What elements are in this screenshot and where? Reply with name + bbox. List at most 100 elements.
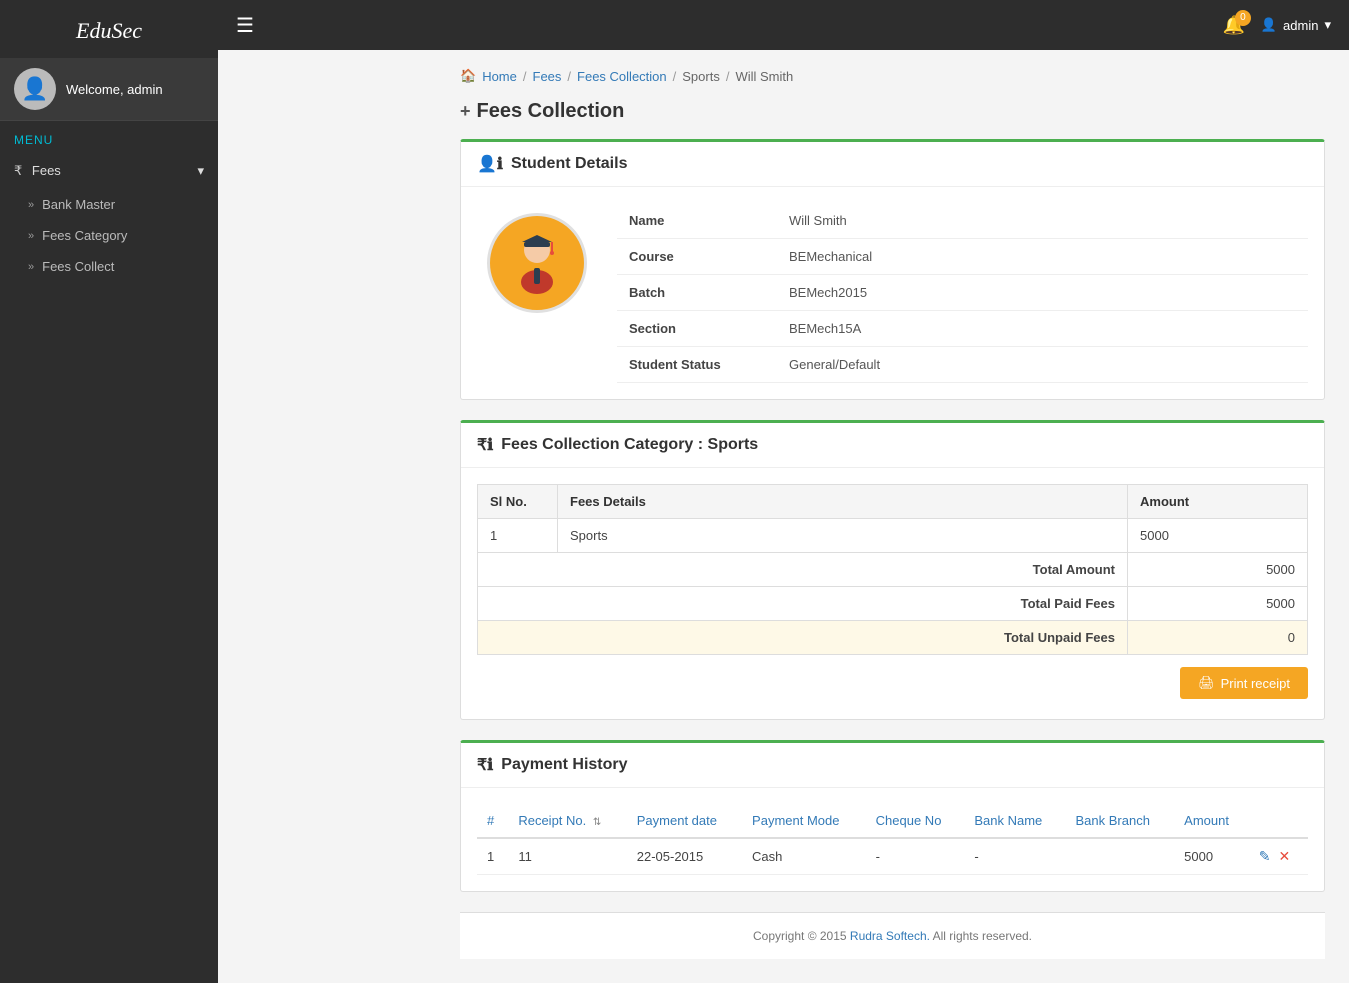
breadcrumb-fees-collection[interactable]: Fees Collection — [577, 69, 667, 84]
breadcrumb-sep: / — [567, 69, 571, 84]
payment-history-title: Payment History — [501, 756, 627, 774]
sidebar-item-label: Fees Collect — [42, 259, 114, 274]
breadcrumb-home[interactable]: Home — [482, 69, 517, 84]
student-field-value: Will Smith — [777, 203, 1308, 239]
payment-table-header: Amount — [1174, 804, 1249, 838]
total-paid-value: 5000 — [1128, 587, 1308, 621]
sidebar-fees-label: Fees — [32, 163, 61, 178]
rupee-info-icon: ₹ℹ — [477, 435, 493, 455]
printer-icon: 🖨 — [1198, 675, 1215, 691]
footer-company-link[interactable]: Rudra Softech. — [850, 929, 930, 943]
sidebar-item-fees-collect[interactable]: » Fees Collect — [0, 251, 218, 282]
sidebar: EduSec 👤 Welcome, admin Menu ₹ Fees ▾ » … — [0, 0, 218, 983]
student-avatar — [487, 213, 587, 313]
bell-button[interactable]: 🔔 0 — [1222, 15, 1244, 36]
student-field-value: BEMechanical — [777, 239, 1308, 275]
breadcrumb-sep: / — [673, 69, 677, 84]
home-icon: 🏠 — [460, 68, 476, 84]
payment-table-header: Payment date — [627, 804, 742, 838]
student-field-row: NameWill Smith — [617, 203, 1308, 239]
total-unpaid-label: Total Unpaid Fees — [478, 621, 1128, 655]
breadcrumb-sep: / — [726, 69, 730, 84]
fees-table-header-amount: Amount — [1128, 485, 1308, 519]
student-details-title: Student Details — [511, 155, 627, 173]
student-avatar-wrap — [477, 203, 597, 323]
chevron-down-icon: ▾ — [197, 163, 204, 179]
total-amount-value: 5000 — [1128, 553, 1308, 587]
menu-label: Menu — [0, 121, 218, 153]
student-field-row: SectionBEMech15A — [617, 311, 1308, 347]
sidebar-item-bank-master[interactable]: » Bank Master — [0, 189, 218, 220]
payment-table-header[interactable]: Receipt No. ⇅ — [508, 804, 626, 838]
sort-icon: ⇅ — [593, 817, 601, 828]
rupee-icon: ₹ — [14, 163, 22, 178]
payment-actions: ✎ ✕ — [1249, 838, 1308, 875]
student-details-grid: NameWill SmithCourseBEMechanicalBatchBEM… — [477, 203, 1308, 383]
payment-amount: 5000 — [1174, 838, 1249, 875]
student-field-label: Section — [617, 311, 777, 347]
payment-mode: Cash — [742, 838, 866, 875]
payment-table-header — [1249, 804, 1308, 838]
payment-history-header: ₹ℹ Payment History — [461, 743, 1324, 788]
bell-badge: 0 — [1235, 10, 1251, 26]
main-content: 🏠 Home / Fees / Fees Collection / Sports… — [436, 50, 1349, 983]
fees-category-body: Sl No. Fees Details Amount 1Sports5000 T… — [461, 468, 1324, 719]
sidebar-item-label: Bank Master — [42, 197, 115, 212]
app-logo: EduSec — [0, 0, 218, 58]
arrow-icon: » — [28, 261, 34, 273]
avatar: 👤 — [14, 68, 56, 110]
user-area: 👤 Welcome, admin — [0, 58, 218, 121]
payment-receipt-no: 11 — [508, 838, 626, 875]
student-field-label: Batch — [617, 275, 777, 311]
payment-table-header: Payment Mode — [742, 804, 866, 838]
sidebar-item-fees-category[interactable]: » Fees Category — [0, 220, 218, 251]
payment-table-row: 1 11 22-05-2015 Cash - - 5000 ✎ ✕ — [477, 838, 1308, 875]
payment-cheque: - — [866, 838, 965, 875]
fees-table-header-sl: Sl No. — [478, 485, 558, 519]
student-details-body: NameWill SmithCourseBEMechanicalBatchBEM… — [461, 187, 1324, 399]
print-receipt-label: Print receipt — [1221, 676, 1290, 691]
payment-table: #Receipt No. ⇅Payment datePayment ModeCh… — [477, 804, 1308, 875]
topbar: ☰ 🔔 0 👤 admin ▾ — [218, 0, 1349, 50]
student-field-label: Student Status — [617, 347, 777, 383]
student-field-value: BEMech2015 — [777, 275, 1308, 311]
payment-history-card: ₹ℹ Payment History #Receipt No. ⇅Payment… — [460, 740, 1325, 892]
student-field-label: Course — [617, 239, 777, 275]
fees-table: Sl No. Fees Details Amount 1Sports5000 T… — [477, 484, 1308, 655]
payment-table-header: Cheque No — [866, 804, 965, 838]
total-unpaid-value: 0 — [1128, 621, 1308, 655]
print-receipt-button[interactable]: 🖨 Print receipt — [1180, 667, 1308, 699]
hamburger-icon[interactable]: ☰ — [236, 13, 254, 38]
breadcrumb-fees[interactable]: Fees — [533, 69, 562, 84]
fees-category-header: ₹ℹ Fees Collection Category : Sports — [461, 423, 1324, 468]
student-field-row: BatchBEMech2015 — [617, 275, 1308, 311]
edit-payment-icon[interactable]: ✎ — [1259, 848, 1271, 865]
student-info-table: NameWill SmithCourseBEMechanicalBatchBEM… — [617, 203, 1308, 383]
admin-menu[interactable]: 👤 admin ▾ — [1261, 17, 1331, 33]
arrow-icon: » — [28, 199, 34, 211]
student-icon: 👤ℹ — [477, 154, 503, 174]
payment-table-header: # — [477, 804, 508, 838]
payment-table-header: Bank Name — [964, 804, 1065, 838]
payment-num: 1 — [477, 838, 508, 875]
student-field-row: CourseBEMechanical — [617, 239, 1308, 275]
total-paid-label: Total Paid Fees — [478, 587, 1128, 621]
footer-suffix: All rights reserved. — [930, 929, 1032, 943]
payment-table-header: Bank Branch — [1066, 804, 1175, 838]
plus-icon: + — [460, 101, 471, 122]
fees-table-row: 1Sports5000 — [478, 519, 1308, 553]
arrow-icon: » — [28, 230, 34, 242]
delete-payment-icon[interactable]: ✕ — [1278, 848, 1290, 865]
payment-date: 22-05-2015 — [627, 838, 742, 875]
footer: Copyright © 2015 Rudra Softech. All righ… — [460, 912, 1325, 959]
student-field-value: General/Default — [777, 347, 1308, 383]
student-field-value: BEMech15A — [777, 311, 1308, 347]
sidebar-item-label: Fees Category — [42, 228, 127, 243]
page-title-text: Fees Collection — [477, 100, 625, 123]
student-field-label: Name — [617, 203, 777, 239]
breadcrumb: 🏠 Home / Fees / Fees Collection / Sports… — [460, 68, 1325, 84]
admin-icon: 👤 — [1261, 17, 1277, 33]
fees-details: Sports — [558, 519, 1128, 553]
sidebar-fees-section[interactable]: ₹ Fees ▾ — [0, 153, 218, 189]
topbar-right: 🔔 0 👤 admin ▾ — [1222, 15, 1331, 36]
